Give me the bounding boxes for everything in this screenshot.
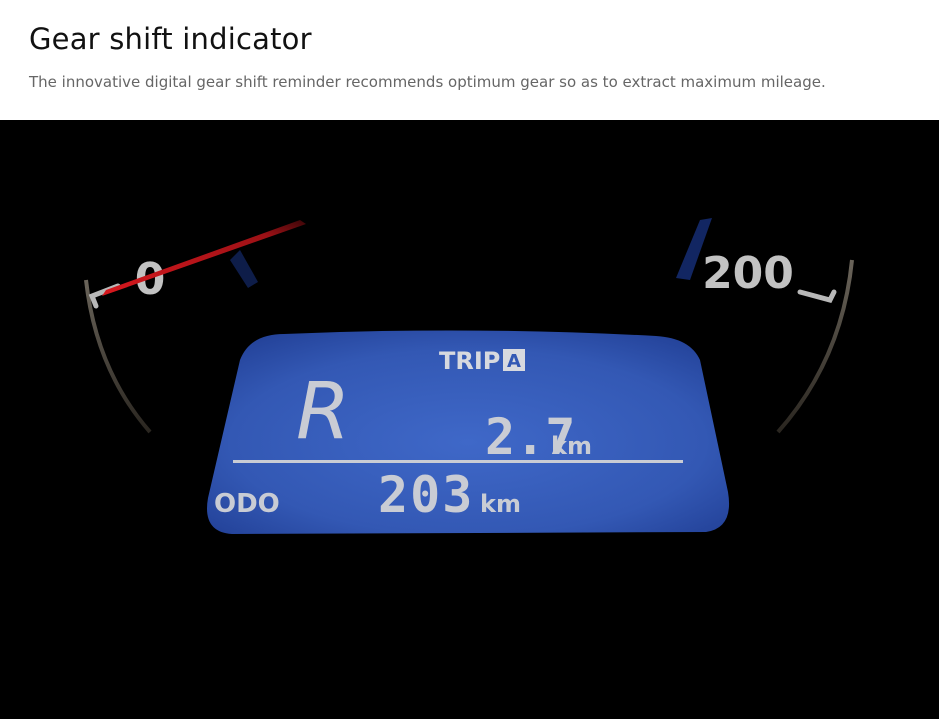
- odo-value: 203: [378, 466, 474, 524]
- right-max-tick: [797, 289, 837, 303]
- odo-unit: km: [480, 490, 521, 518]
- speedometer-needle: [102, 220, 306, 296]
- instrument-cluster-photo: 0 200 TRIP A R 2.7 km ODO 203 km: [0, 120, 939, 719]
- page-title: Gear shift indicator: [29, 22, 312, 56]
- trip-badge-letter: A: [507, 351, 521, 372]
- header-section: Gear shift indicator The innovative digi…: [0, 0, 939, 120]
- trip-label: TRIP: [439, 347, 500, 375]
- speed-max-label: 200: [702, 248, 794, 299]
- instrument-cluster-image: 0 200 TRIP A R 2.7 km ODO 203 km: [84, 218, 854, 534]
- gear-indicator: R: [296, 367, 350, 457]
- page: Gear shift indicator The innovative digi…: [0, 0, 939, 719]
- odo-label: ODO: [214, 489, 280, 519]
- blue-glow-left: [230, 250, 258, 288]
- lcd-divider: [233, 460, 683, 463]
- trip-unit: km: [551, 432, 592, 460]
- page-subtitle: The innovative digital gear shift remind…: [29, 73, 826, 91]
